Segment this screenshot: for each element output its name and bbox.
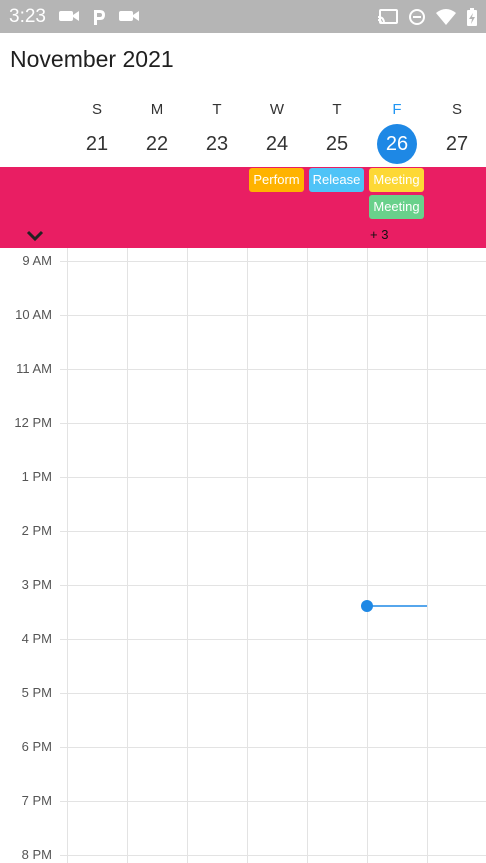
day-column-header[interactable]: T 23 xyxy=(187,100,247,164)
day-letter: T xyxy=(332,101,342,118)
battery-charging-icon xyxy=(467,8,477,26)
all-day-event[interactable]: Meeting xyxy=(369,195,424,219)
time-label: 2 PM xyxy=(21,523,52,538)
day-number: 24 xyxy=(265,133,289,155)
current-time-dot xyxy=(361,600,373,612)
video-camera-icon xyxy=(119,11,139,21)
more-events-label[interactable]: + 3 xyxy=(370,227,388,242)
day-column-header[interactable]: T 25 xyxy=(307,100,367,164)
all-day-event[interactable]: Release xyxy=(309,168,364,192)
do-not-disturb-icon xyxy=(409,9,425,25)
status-bar: 3:23 xyxy=(0,0,486,33)
month-title[interactable]: November 2021 xyxy=(10,46,174,73)
day-column-header[interactable]: M 22 xyxy=(127,100,187,164)
time-label: 3 PM xyxy=(21,577,52,592)
day-letter: S xyxy=(451,101,462,118)
time-label: 12 PM xyxy=(14,415,52,430)
all-day-event[interactable]: Meeting xyxy=(369,168,424,192)
wifi-icon xyxy=(436,9,456,25)
day-number: 23 xyxy=(205,133,229,155)
day-letter: W xyxy=(269,101,285,118)
video-camera-icon xyxy=(59,11,79,21)
time-label: 6 PM xyxy=(21,739,52,754)
day-number: 21 xyxy=(85,133,109,155)
time-label: 7 PM xyxy=(21,793,52,808)
time-label: 5 PM xyxy=(21,685,52,700)
time-label: 11 AM xyxy=(16,361,52,376)
day-column-header[interactable]: W 24 xyxy=(247,100,307,164)
parking-icon xyxy=(94,10,105,25)
time-label: 10 AM xyxy=(15,307,52,322)
day-letter: F xyxy=(392,101,402,118)
all-day-panel: + 3 Perform Release Meeting Meeting xyxy=(0,167,486,248)
day-number: 25 xyxy=(325,133,349,155)
day-letter: S xyxy=(91,101,102,118)
time-label: 1 PM xyxy=(21,469,52,484)
status-time: 3:23 xyxy=(9,6,46,27)
today-date-number: 26 xyxy=(377,124,417,164)
day-column-header[interactable]: S 21 xyxy=(67,100,127,164)
cast-icon xyxy=(377,9,398,24)
time-label: 9 AM xyxy=(22,253,52,268)
all-day-event[interactable]: Perform xyxy=(249,168,304,192)
chevron-down-icon[interactable] xyxy=(24,226,46,244)
day-number: 27 xyxy=(445,133,469,155)
day-column-header[interactable]: S 27 xyxy=(427,100,486,164)
day-column-header[interactable]: F 26 xyxy=(367,100,427,164)
day-letter: M xyxy=(150,101,164,118)
day-letter: T xyxy=(212,101,222,118)
grid-lines xyxy=(60,248,486,863)
time-label: 4 PM xyxy=(21,631,52,646)
time-label: 8 PM xyxy=(21,847,52,862)
day-number: 22 xyxy=(145,133,169,155)
time-grid[interactable]: 9 AM 10 AM 11 AM 12 PM 1 PM 2 PM 3 PM 4 PM 5 PM 6… xyxy=(0,248,486,863)
